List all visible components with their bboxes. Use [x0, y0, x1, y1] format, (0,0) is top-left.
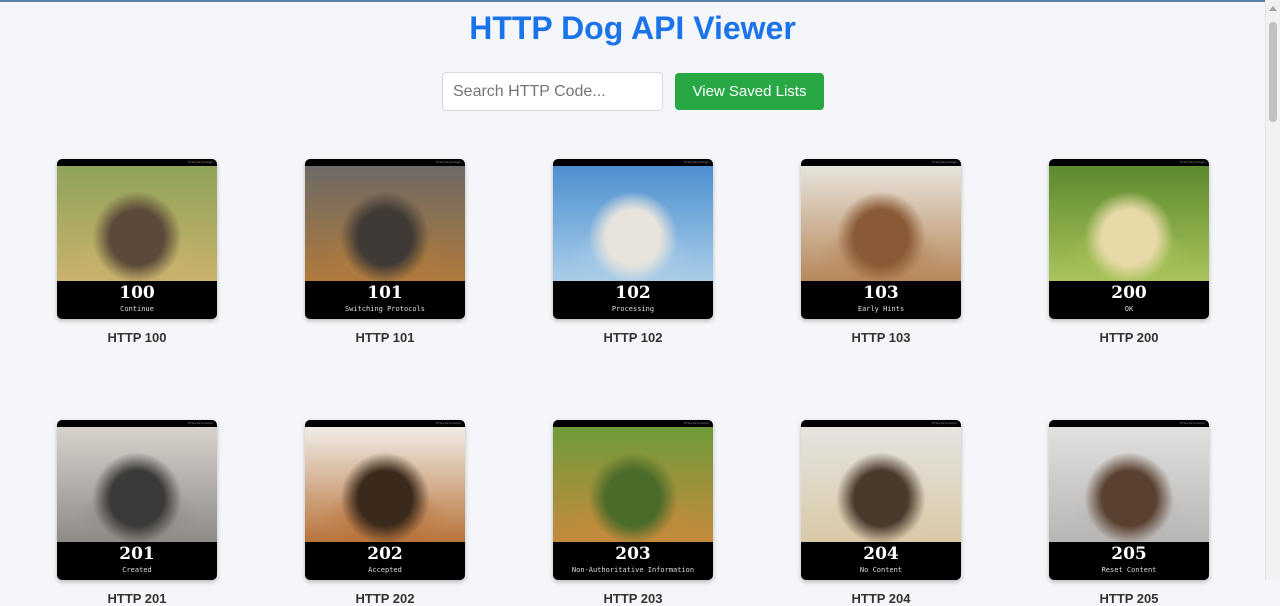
image-watermark: httpstatusdogs [683, 421, 709, 425]
status-code-text: Accepted [368, 566, 402, 574]
card-caption: HTTP 103 [851, 330, 911, 345]
dog-card[interactable]: httpstatusdogs 203 Non-Authoritative Infor… [553, 420, 713, 606]
page-title: HTTP Dog API Viewer [469, 10, 796, 46]
dog-photo [1049, 427, 1209, 542]
dog-card[interactable]: httpstatusdogs 205 Reset Content HTTP 205 [1049, 420, 1209, 606]
card-caption: HTTP 102 [603, 330, 663, 345]
dog-card[interactable]: httpstatusdogs 101 Switching Protocols HTTP… [305, 159, 465, 345]
status-code-number: 204 [863, 544, 899, 564]
view-saved-lists-button[interactable]: View Saved Lists [675, 73, 824, 110]
dog-photo [553, 427, 713, 542]
image-watermark: httpstatusdogs [683, 160, 709, 164]
status-dog-image[interactable]: httpstatusdogs 102 Processing [553, 159, 713, 319]
card-caption: HTTP 205 [1099, 591, 1159, 606]
card-caption: HTTP 203 [603, 591, 663, 606]
card-caption: HTTP 204 [851, 591, 911, 606]
image-watermark: httpstatusdogs [1179, 160, 1205, 164]
status-code-text: Non-Authoritative Information [571, 566, 695, 574]
controls-bar: View Saved Lists [442, 72, 824, 111]
image-watermark: httpstatusdogs [435, 160, 461, 164]
status-dog-image[interactable]: httpstatusdogs 201 Created [57, 420, 217, 580]
status-dog-image[interactable]: httpstatusdogs 203 Non-Authoritative Infor… [553, 420, 713, 580]
dog-card[interactable]: httpstatusdogs 202 Accepted HTTP 202 [305, 420, 465, 606]
status-code-text: Switching Protocols [344, 305, 426, 313]
dog-photo [801, 427, 961, 542]
status-dog-image[interactable]: httpstatusdogs 103 Early Hints [801, 159, 961, 319]
status-code-text: Reset Content [1101, 566, 1157, 574]
status-code-number: 100 [119, 283, 155, 303]
card-caption: HTTP 101 [355, 330, 415, 345]
status-dog-image[interactable]: httpstatusdogs 200 OK [1049, 159, 1209, 319]
status-code-text: OK [1124, 305, 1134, 313]
status-code-text: Created [122, 566, 152, 574]
dog-card-grid: httpstatusdogs 100 Continue HTTP 100 httpsta… [57, 159, 1209, 606]
status-dog-image[interactable]: httpstatusdogs 100 Continue [57, 159, 217, 319]
dog-card[interactable]: httpstatusdogs 103 Early Hints HTTP 103 [801, 159, 961, 345]
card-caption: HTTP 202 [355, 591, 415, 606]
image-watermark: httpstatusdogs [931, 421, 957, 425]
image-watermark: httpstatusdogs [187, 421, 213, 425]
status-dog-image[interactable]: httpstatusdogs 101 Switching Protocols [305, 159, 465, 319]
dog-photo [305, 166, 465, 281]
card-caption: HTTP 200 [1099, 330, 1159, 345]
dog-photo [801, 166, 961, 281]
image-watermark: httpstatusdogs [931, 160, 957, 164]
status-code-text: Processing [611, 305, 655, 313]
card-caption: HTTP 201 [107, 591, 167, 606]
status-dog-image[interactable]: httpstatusdogs 204 No Content [801, 420, 961, 580]
search-input[interactable] [442, 72, 663, 111]
status-code-number: 202 [367, 544, 403, 564]
status-code-number: 203 [615, 544, 651, 564]
dog-photo [1049, 166, 1209, 281]
status-code-text: No Content [859, 566, 903, 574]
status-code-number: 200 [1111, 283, 1147, 303]
dog-card[interactable]: httpstatusdogs 100 Continue HTTP 100 [57, 159, 217, 345]
status-code-number: 205 [1111, 544, 1147, 564]
card-caption: HTTP 100 [107, 330, 167, 345]
dog-photo [57, 427, 217, 542]
scrollbar-thumb[interactable] [1269, 22, 1277, 122]
dog-card[interactable]: httpstatusdogs 204 No Content HTTP 204 [801, 420, 961, 606]
dog-photo [57, 166, 217, 281]
dog-photo [305, 427, 465, 542]
scroll-up-arrow-icon[interactable] [1269, 6, 1277, 11]
status-code-text: Continue [120, 305, 154, 313]
dog-photo [553, 166, 713, 281]
status-code-number: 201 [119, 544, 155, 564]
image-watermark: httpstatusdogs [187, 160, 213, 164]
dog-card[interactable]: httpstatusdogs 200 OK HTTP 200 [1049, 159, 1209, 345]
status-code-number: 102 [615, 283, 651, 303]
status-code-number: 103 [863, 283, 899, 303]
status-code-text: Early Hints [857, 305, 905, 313]
vertical-scrollbar[interactable] [1265, 0, 1280, 580]
page: HTTP Dog API Viewer View Saved Lists htt… [0, 0, 1265, 606]
status-dog-image[interactable]: httpstatusdogs 202 Accepted [305, 420, 465, 580]
dog-card[interactable]: httpstatusdogs 102 Processing HTTP 102 [553, 159, 713, 345]
status-dog-image[interactable]: httpstatusdogs 205 Reset Content [1049, 420, 1209, 580]
dog-card[interactable]: httpstatusdogs 201 Created HTTP 201 [57, 420, 217, 606]
image-watermark: httpstatusdogs [435, 421, 461, 425]
status-code-number: 101 [367, 283, 403, 303]
image-watermark: httpstatusdogs [1179, 421, 1205, 425]
